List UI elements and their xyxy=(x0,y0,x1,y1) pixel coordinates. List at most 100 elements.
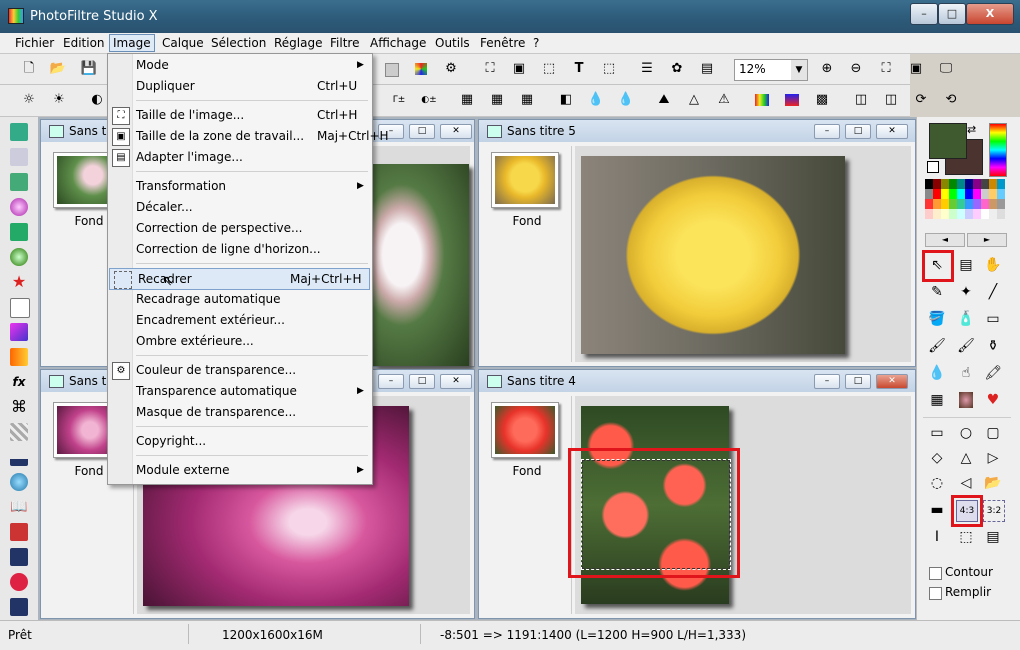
menu-item-adapter[interactable]: ▤ Adapter l'image... xyxy=(108,147,372,167)
eyedropper-icon[interactable]: ✎ xyxy=(927,282,947,302)
mosaic-icon[interactable] xyxy=(10,423,28,441)
right-triangle-shape-icon[interactable]: ▷ xyxy=(983,448,1003,468)
canvas-size-icon[interactable]: ▣ xyxy=(510,60,528,78)
triangle-icon[interactable]: △ xyxy=(685,91,703,109)
purple-gradient-icon[interactable] xyxy=(10,323,28,341)
layer-thumbnail[interactable] xyxy=(491,402,559,458)
chevron-down-icon[interactable]: ▼ xyxy=(791,60,807,80)
orange-gradient-icon[interactable] xyxy=(10,348,28,366)
portrait-icon[interactable] xyxy=(956,390,976,410)
gradient-icon[interactable] xyxy=(753,91,771,109)
fit-window-icon[interactable]: ⛶ xyxy=(877,60,895,78)
window-close-button[interactable]: ✕ xyxy=(440,124,472,139)
rotate-2-icon[interactable]: ⟲ xyxy=(942,91,960,109)
open-folder-icon[interactable]: 📂 xyxy=(49,60,67,78)
auto-contrast-icon[interactable]: ◐± xyxy=(420,91,438,109)
copy-icon[interactable] xyxy=(10,148,28,166)
page-icon[interactable] xyxy=(10,298,30,318)
globe-icon[interactable] xyxy=(10,248,28,266)
circle-icon[interactable] xyxy=(10,473,28,491)
layers-icon[interactable]: ☰ xyxy=(638,60,656,78)
menu-outils[interactable]: Outils xyxy=(432,35,473,51)
window-close-button[interactable]: ✕ xyxy=(440,374,472,389)
window-maximize-button[interactable]: □ xyxy=(845,374,871,389)
ratio-3-2-button[interactable]: 3:2 xyxy=(983,500,1005,522)
window-maximize-button[interactable]: □ xyxy=(845,124,871,139)
drop-icon[interactable]: 💧 xyxy=(587,91,605,109)
picture-tube-icon[interactable]: ▤ xyxy=(956,255,976,275)
brightness-up-icon[interactable]: ☀ xyxy=(50,91,68,109)
calculator-icon[interactable] xyxy=(10,123,28,141)
gray-square-icon[interactable] xyxy=(382,60,400,78)
window-maximize-button[interactable]: □ xyxy=(409,374,435,389)
window-minimize-button[interactable]: – xyxy=(814,124,840,139)
brush-icon[interactable]: 🖌 xyxy=(927,336,947,356)
layer-thumbnail[interactable] xyxy=(491,152,559,208)
zoom-in-icon[interactable]: ⊕ xyxy=(818,60,836,78)
menu-filtre[interactable]: Filtre xyxy=(327,35,362,51)
text-cursor-icon[interactable]: Ⅰ xyxy=(927,527,947,547)
magic-wand-icon[interactable]: ✦ xyxy=(956,282,976,302)
window-titlebar[interactable]: Sans titre 4 – □ ✕ xyxy=(479,370,915,392)
menu-item-encadrement[interactable]: Encadrement extérieur... xyxy=(108,310,372,330)
image-size-icon[interactable]: ⛶ xyxy=(481,60,499,78)
grid-filter-3-icon[interactable]: ▦ xyxy=(518,91,536,109)
transform-selection-icon[interactable]: ⬚ xyxy=(956,527,976,547)
menu-item-perspective[interactable]: Correction de perspective... xyxy=(108,218,372,238)
grid-filter-2-icon[interactable]: ▦ xyxy=(488,91,506,109)
transform-icon[interactable]: ⬚ xyxy=(600,60,618,78)
histogram-icon[interactable] xyxy=(10,448,28,466)
line-icon[interactable]: ╱ xyxy=(983,282,1003,302)
foreground-color-swatch[interactable] xyxy=(929,123,967,159)
monitor-icon[interactable] xyxy=(10,173,28,191)
reset-colors-icon[interactable] xyxy=(927,161,939,173)
fx-icon[interactable]: fx xyxy=(10,373,28,391)
save-icon[interactable]: 💾 xyxy=(80,60,98,78)
open-shape-icon[interactable]: 📂 xyxy=(983,473,1003,493)
hue-spectrum[interactable] xyxy=(989,123,1007,177)
crop-selection-icon[interactable]: ⬚ xyxy=(540,60,558,78)
menu-item-couleur-transparence[interactable]: ⚙ Couleur de transparence... xyxy=(108,360,372,380)
menu-image[interactable]: Image xyxy=(109,34,155,52)
contrast-icon[interactable]: ◐ xyxy=(88,91,106,109)
menu-item-dupliquer[interactable]: Dupliquer Ctrl+U xyxy=(108,76,372,96)
zoom-select[interactable]: 12% ▼ xyxy=(734,59,808,81)
auto-levels-icon[interactable]: Γ± xyxy=(390,91,408,109)
window-titlebar[interactable]: Sans titre 5 – □ ✕ xyxy=(479,120,915,142)
menu-reglage[interactable]: Réglage xyxy=(271,35,326,51)
window-close-button[interactable]: ✕ xyxy=(876,124,908,139)
script-icon[interactable] xyxy=(10,573,28,591)
rectangle-shape-icon[interactable]: ▭ xyxy=(927,423,947,443)
flip-icon[interactable]: ◫ xyxy=(852,91,870,109)
blur-drop-icon[interactable]: 💧 xyxy=(927,363,947,383)
ellipse-shape-icon[interactable]: ○ xyxy=(956,423,976,443)
window-maximize-button[interactable]: □ xyxy=(409,124,435,139)
menu-selection[interactable]: Sélection xyxy=(208,35,269,51)
hand-icon[interactable]: ✋ xyxy=(983,255,1003,275)
advanced-brush-icon[interactable]: 🖌 xyxy=(956,336,976,356)
minimize-button[interactable]: – xyxy=(910,3,938,25)
save-html-icon[interactable] xyxy=(10,598,28,616)
menu-calque[interactable]: Calque xyxy=(159,35,207,51)
menu-item-copyright[interactable]: Copyright... xyxy=(108,431,372,451)
flip-2-icon[interactable]: ◫ xyxy=(882,91,900,109)
automation-icon[interactable]: ⚙ xyxy=(442,60,460,78)
color-palette[interactable] xyxy=(925,179,1005,219)
gradient-2-icon[interactable] xyxy=(783,91,801,109)
polygon-lasso-icon[interactable]: ◁ xyxy=(956,473,976,493)
color-grid-icon[interactable] xyxy=(412,60,430,78)
remplir-checkbox[interactable] xyxy=(929,587,942,600)
new-file-icon[interactable]: 🗋 xyxy=(20,60,38,78)
menu-edition[interactable]: Edition xyxy=(60,35,108,51)
sphere-icon[interactable] xyxy=(10,198,28,216)
menu-item-taille-zone[interactable]: ▣ Taille de la zone de travail... Maj+Ctrl… xyxy=(108,126,389,146)
zoom-out-icon[interactable]: ⊖ xyxy=(847,60,865,78)
flower-icon[interactable]: ✿ xyxy=(668,60,686,78)
star-icon[interactable]: ★ xyxy=(10,273,28,291)
free-ratio-icon[interactable]: ▬ xyxy=(927,500,947,520)
cloverleaf-icon[interactable]: ⌘ xyxy=(10,398,28,416)
stamp-icon[interactable]: ⚱ xyxy=(983,336,1003,356)
smudge-icon[interactable]: ☝ xyxy=(956,363,976,383)
warning-icon[interactable]: ⚠ xyxy=(715,91,733,109)
window-icon[interactable]: ▤ xyxy=(698,60,716,78)
